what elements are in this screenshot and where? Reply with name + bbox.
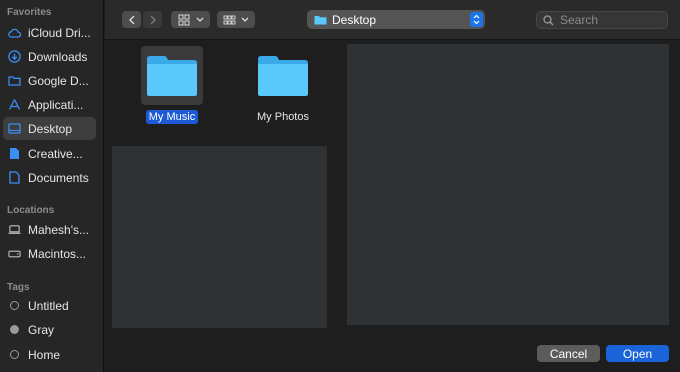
sidebar-item-tag-gray[interactable]: Gray xyxy=(3,318,96,341)
sidebar-item-label: Desktop xyxy=(28,121,73,136)
sidebar-item-creative-cloud[interactable]: Creative... xyxy=(3,142,96,165)
download-icon xyxy=(8,50,21,63)
applications-icon xyxy=(8,98,21,111)
file-name: My Music xyxy=(145,110,199,124)
search-input[interactable] xyxy=(560,13,665,27)
sidebar-item-label: Google D... xyxy=(28,73,89,88)
sidebar-item-macintosh-hd[interactable]: Macintos... xyxy=(3,242,96,265)
favorites-heading: Favorites xyxy=(7,7,52,18)
view-mode-button[interactable] xyxy=(171,11,210,28)
sidebar-item-applications[interactable]: Applicati... xyxy=(3,93,96,116)
sidebar-item-label: Mahesh's... xyxy=(28,222,89,237)
group-grid-icon xyxy=(223,15,236,24)
sidebar-item-google-drive[interactable]: Google D... xyxy=(3,69,96,92)
desktop-icon xyxy=(8,122,21,135)
sidebar: Favorites iCloud Dri... Downloads Google… xyxy=(0,0,104,372)
sidebar-item-label: Applicati... xyxy=(28,97,84,112)
toolbar: Desktop xyxy=(105,0,680,40)
open-button[interactable]: Open xyxy=(606,345,669,362)
up-down-chevron-icon xyxy=(473,14,480,25)
sidebar-item-documents[interactable]: Documents xyxy=(3,166,96,189)
tag-dot-filled-icon xyxy=(8,323,21,336)
search-icon xyxy=(543,14,554,25)
sidebar-item-label: Home xyxy=(28,347,61,362)
sidebar-item-label: iCloud Dri... xyxy=(28,25,91,40)
chevron-down-icon xyxy=(196,17,203,22)
sidebar-item-label: Untitled xyxy=(28,298,69,313)
sidebar-item-desktop[interactable]: Desktop xyxy=(3,117,96,140)
chevron-down-icon xyxy=(241,17,249,22)
file-item-my-music[interactable]: My Music xyxy=(120,46,224,124)
file-item-my-photos[interactable]: My Photos xyxy=(231,46,335,124)
folder-icon xyxy=(252,46,314,105)
document-icon xyxy=(8,171,21,184)
tags-heading: Tags xyxy=(7,282,30,293)
sidebar-item-label: Macintos... xyxy=(28,246,87,261)
dialog-footer: Cancel Open xyxy=(105,331,680,372)
file-name: My Photos xyxy=(257,111,309,123)
sidebar-item-tag-untitled[interactable]: Untitled xyxy=(3,294,96,317)
search-field[interactable] xyxy=(536,11,668,29)
tag-dot-icon xyxy=(8,348,21,361)
sidebar-item-label: Documents xyxy=(28,170,89,185)
icon-view-icon xyxy=(178,14,189,25)
document-icon xyxy=(8,147,21,160)
sidebar-item-tag-home[interactable]: Home xyxy=(3,343,96,366)
sidebar-item-label: Downloads xyxy=(28,49,88,64)
empty-area xyxy=(112,146,327,328)
locations-heading: Locations xyxy=(7,205,55,216)
preview-pane xyxy=(347,44,669,325)
disk-icon xyxy=(8,247,21,260)
location-popup[interactable]: Desktop xyxy=(307,10,485,29)
folder-icon xyxy=(8,74,21,87)
cloud-icon xyxy=(8,26,21,39)
group-by-button[interactable] xyxy=(217,11,255,28)
forward-button[interactable] xyxy=(143,11,162,28)
cancel-button[interactable]: Cancel xyxy=(537,345,600,362)
sidebar-item-macbook[interactable]: Mahesh's... xyxy=(3,218,96,241)
folder-icon xyxy=(141,46,203,105)
file-column: My Music My Photos xyxy=(105,41,327,331)
folder-icon xyxy=(314,15,327,24)
chevron-left-icon xyxy=(128,15,134,24)
sidebar-item-icloud-drive[interactable]: iCloud Dri... xyxy=(3,21,96,44)
location-stepper[interactable] xyxy=(470,12,483,27)
chevron-right-icon xyxy=(150,15,156,24)
back-button[interactable] xyxy=(122,11,141,28)
sidebar-item-label: Gray xyxy=(28,322,55,337)
laptop-icon xyxy=(8,223,21,236)
file-browser: My Music My Photos xyxy=(105,41,680,331)
tag-dot-icon xyxy=(8,299,21,312)
current-folder-label: Desktop xyxy=(332,12,377,27)
sidebar-item-label: Creative... xyxy=(28,146,83,161)
sidebar-item-downloads[interactable]: Downloads xyxy=(3,45,96,68)
